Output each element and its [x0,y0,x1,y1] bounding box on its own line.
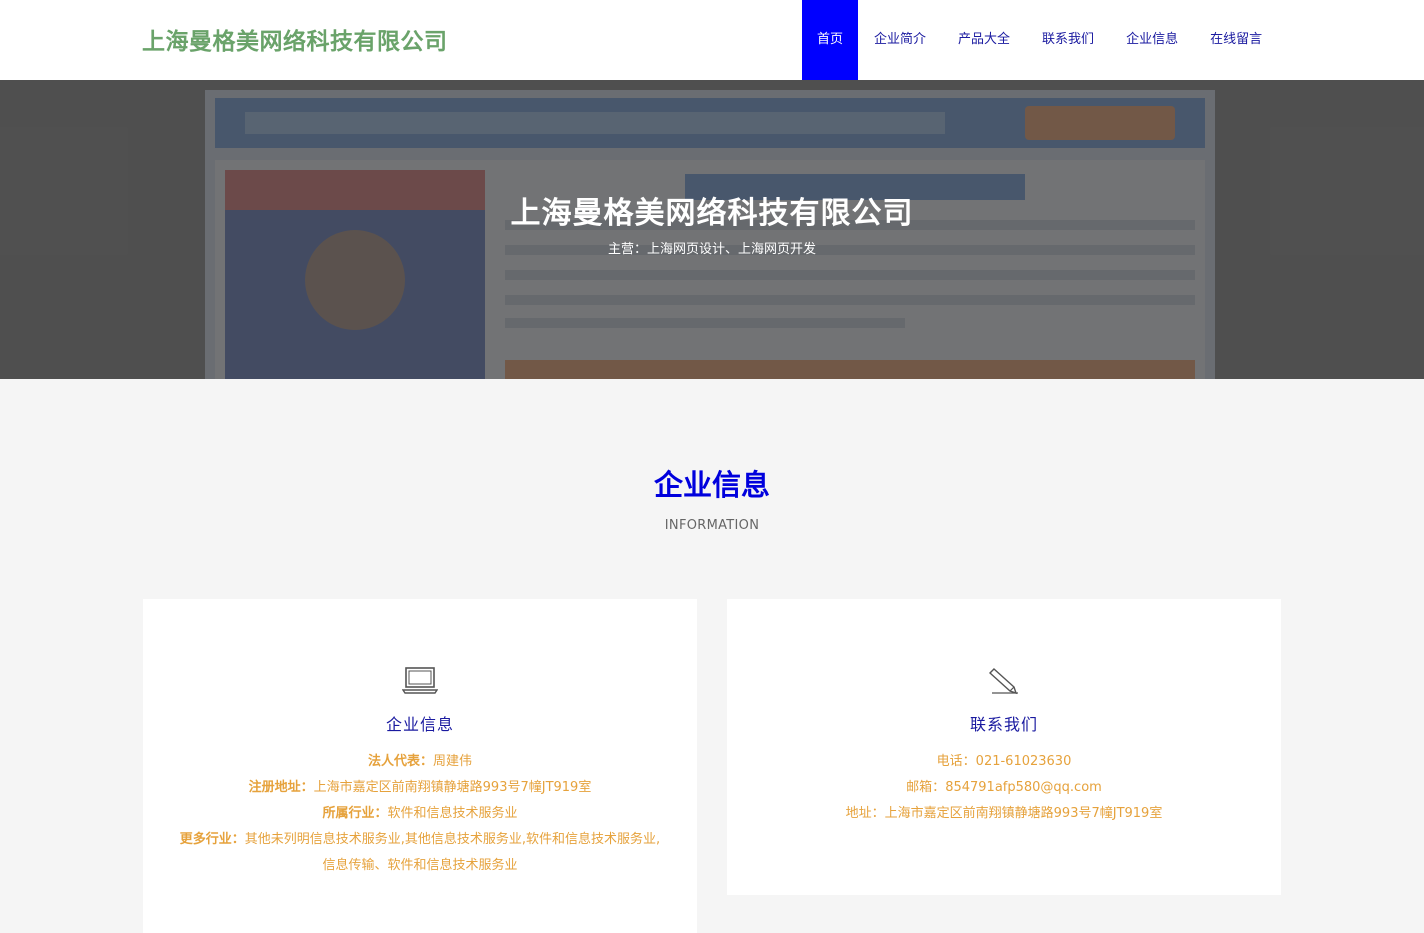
nav-item-message[interactable]: 在线留言 [1194,0,1278,80]
section-title: 企业信息 [653,468,770,502]
info-value: 周建伟 [433,754,473,769]
nav-item-about[interactable]: 企业简介 [858,0,942,80]
info-value: 其他未列明信息技术服务业,其他信息技术服务业,软件和信息技术服务业,信息传输、软… [244,832,661,873]
info-label: 更多行业： [179,832,245,847]
info-value: 上海市嘉定区前南翔镇静塘路993号7幢JT919室 [313,780,592,795]
section-subtitle: INFORMATION [664,518,760,533]
nav-item-contact[interactable]: 联系我们 [1026,0,1110,80]
main-nav: 首页 企业简介 产品大全 联系我们 企业信息 在线留言 [802,0,1278,80]
contact-value: 上海市嘉定区前南翔镇静塘路993号7幢JT919室 [884,806,1163,821]
info-label: 所属行业： [322,806,388,821]
site-logo[interactable]: 上海曼格美网络科技有限公司 [142,22,448,56]
company-info-title: 企业信息 [385,715,454,734]
contact-details: 电话：021-61023630 邮箱：854791afp580@qq.com 地… [763,749,1245,827]
info-row-industry: 所属行业：软件和信息技术服务业 [179,801,661,827]
contact-label: 邮箱： [906,780,946,795]
pencil-icon [988,668,1018,695]
contact-row-phone: 电话：021-61023630 [763,749,1245,775]
nav-item-products[interactable]: 产品大全 [942,0,1026,80]
info-value: 软件和信息技术服务业 [387,806,518,821]
contact-label: 地址： [845,806,885,821]
contact-card: 联系我们 电话：021-61023630 邮箱：854791afp580@qq.… [727,599,1281,895]
info-label: 法人代表： [367,754,433,769]
contact-value[interactable]: 854791afp580@qq.com [945,780,1102,795]
banner-title: 上海曼格美网络科技有限公司 [510,196,914,231]
contact-row-email: 邮箱：854791afp580@qq.com [763,775,1245,801]
site-header: 上海曼格美网络科技有限公司 首页 企业简介 产品大全 联系我们 企业信息 在线留… [0,0,1424,80]
contact-row-address: 地址：上海市嘉定区前南翔镇静塘路993号7幢JT919室 [763,801,1245,827]
company-info-details: 法人代表：周建伟 注册地址：上海市嘉定区前南翔镇静塘路993号7幢JT919室 … [179,749,661,879]
nav-item-company-info[interactable]: 企业信息 [1110,0,1194,80]
info-row-address: 注册地址：上海市嘉定区前南翔镇静塘路993号7幢JT919室 [179,775,661,801]
info-row-more-industry: 更多行业：其他未列明信息技术服务业,其他信息技术服务业,软件和信息技术服务业,信… [179,827,661,879]
contact-value[interactable]: 021-61023630 [976,754,1072,769]
info-label: 注册地址： [248,780,314,795]
nav-item-home[interactable]: 首页 [802,0,859,80]
contact-label: 电话： [936,754,976,769]
banner-subtitle: 主营：上海网页设计、上海网页开发 [607,242,816,257]
hero-banner: 上海曼格美网络科技有限公司 主营：上海网页设计、上海网页开发 [0,80,1424,379]
info-row-legal-rep: 法人代表：周建伟 [179,749,661,775]
company-info-card: 企业信息 法人代表：周建伟 注册地址：上海市嘉定区前南翔镇静塘路993号7幢JT… [143,599,697,933]
contact-title: 联系我们 [969,715,1038,734]
laptop-icon [402,667,438,694]
